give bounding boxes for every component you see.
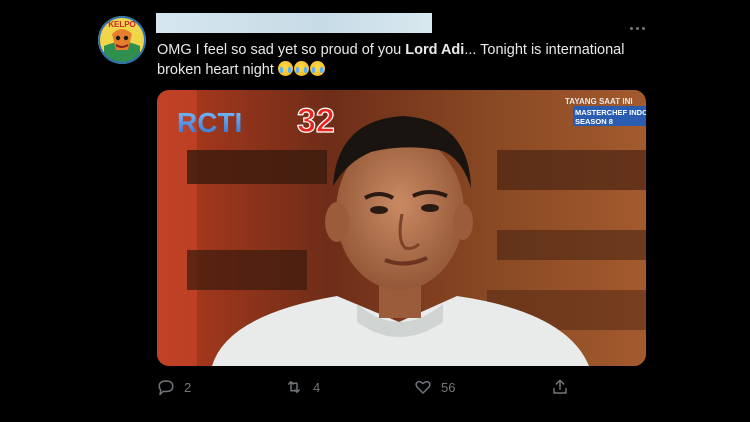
tweet: KELPO OMG I feel so sad yet so proud of … [0,0,750,422]
tweet-actions: 2 4 56 [157,378,577,400]
share-button[interactable] [551,378,569,396]
like-button[interactable]: 56 [414,378,455,396]
more-options-button[interactable] [624,18,650,38]
avatar-logo-text: KELPO [108,20,136,29]
reply-icon [158,380,174,396]
reply-button[interactable]: 2 [157,378,191,396]
loudly-crying-face-icon [293,61,309,76]
retweet-count: 4 [313,379,321,395]
more-dot-icon [635,26,639,30]
more-dot-icon [641,26,645,30]
tweet-text-mention: Lord Adi [405,42,465,58]
heart-icon [415,380,431,394]
share-icon [553,379,567,394]
retweet-icon [288,381,300,393]
overlay-line1: TAYANG SAAT INI [565,97,633,106]
channel-number: 32 [297,102,335,140]
loudly-crying-face-icon [277,61,293,76]
loudly-crying-face-icon [309,61,325,76]
redacted-author-name [156,13,432,33]
tweet-media-image[interactable]: RCTI 32 TAYANG SAAT INI MASTERCHEF INDON… [157,90,646,366]
more-dot-icon [629,26,633,30]
avatar[interactable]: KELPO [98,16,146,64]
retweet-button[interactable]: 4 [284,378,320,396]
overlay-line2: MASTERCHEF INDONESIA [575,108,646,117]
reply-count: 2 [184,379,192,395]
overlay-line3: SEASON 8 [575,117,613,126]
tweet-text: OMG I feel so sad yet so proud of you Lo… [157,40,637,80]
tweet-text-before: OMG I feel so sad yet so proud of you [157,42,406,58]
channel-logo: RCTI [177,107,242,138]
like-count: 56 [441,379,456,395]
